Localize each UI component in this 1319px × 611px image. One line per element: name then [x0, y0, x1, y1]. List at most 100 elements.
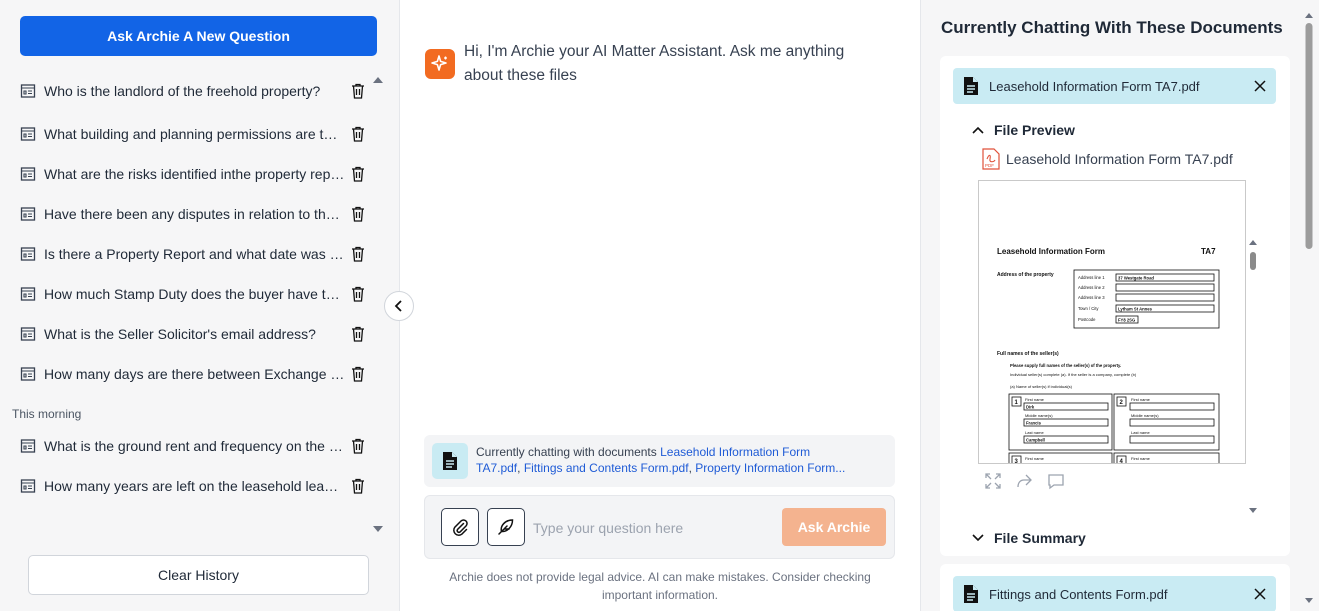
context-doc-link[interactable]: TA7.pdf — [476, 461, 517, 475]
chat-history-icon — [20, 367, 36, 381]
collapse-panel-button[interactable] — [384, 291, 414, 321]
context-doc-link[interactable]: Leasehold Information Form — [660, 445, 810, 459]
pdf-scrollbar[interactable] — [1246, 238, 1260, 520]
archie-avatar — [425, 49, 455, 79]
document-icon — [964, 585, 978, 603]
history-item[interactable]: What is the ground rent and frequency on… — [20, 434, 365, 458]
svg-text:TA7: TA7 — [1201, 247, 1216, 256]
chat-panel: Hi, I'm Archie your AI Matter Assistant.… — [400, 0, 920, 611]
document-name: Fittings and Contents Form.pdf — [989, 586, 1168, 602]
svg-text:Address line 1: Address line 1 — [1078, 275, 1105, 280]
svg-text:Dirk: Dirk — [1026, 405, 1035, 410]
svg-text:(a) Name of seller(s) if indiv: (a) Name of seller(s) if individual(s) — [1010, 384, 1073, 389]
delete-icon[interactable] — [351, 366, 365, 382]
svg-text:Last name: Last name — [1131, 430, 1150, 435]
history-scroll-down[interactable] — [373, 526, 383, 532]
expand-icon[interactable] — [984, 472, 1002, 490]
delete-icon[interactable] — [351, 166, 365, 182]
delete-icon[interactable] — [351, 246, 365, 262]
pdf-file-icon: PDF — [982, 148, 1000, 170]
history-item[interactable]: What building and planning permissions a… — [20, 122, 365, 146]
svg-text:Last name: Last name — [1025, 430, 1044, 435]
svg-text:Middle name(s): Middle name(s) — [1025, 413, 1053, 418]
delete-icon[interactable] — [351, 206, 365, 222]
svg-text:Individual seller(s) complete: Individual seller(s) complete (a). If th… — [1010, 372, 1137, 377]
svg-text:4: 4 — [1120, 459, 1124, 464]
history-panel: Ask Archie A New Question Who is the lan… — [0, 0, 400, 611]
svg-text:Please supply full names of th: Please supply full names of the seller(s… — [1010, 363, 1121, 368]
svg-text:3: 3 — [1015, 459, 1019, 464]
chevron-up-icon — [972, 126, 984, 134]
context-banner: Currently chatting with documents Leaseh… — [424, 435, 895, 487]
delete-icon[interactable] — [351, 478, 365, 494]
context-text: Currently chatting with documents Leaseh… — [476, 445, 846, 475]
svg-text:2: 2 — [1120, 400, 1124, 406]
history-section-label: This morning — [12, 407, 82, 421]
context-doc-link[interactable]: Fittings and Contents Form.pdf — [524, 461, 689, 475]
delete-icon[interactable] — [351, 326, 365, 342]
feather-pen-icon — [498, 519, 514, 535]
chat-history-icon — [20, 84, 36, 98]
document-chip: Fittings and Contents Form.pdf — [953, 576, 1276, 611]
history-item[interactable]: How many years are left on the leasehold… — [20, 474, 365, 498]
chevron-down-icon — [972, 534, 984, 542]
documents-panel-title: Currently Chatting With These Documents — [941, 18, 1283, 37]
svg-text:Leasehold Information Form: Leasehold Information Form — [997, 247, 1105, 256]
history-item[interactable]: What are the risks identified inthe prop… — [20, 162, 365, 186]
disclaimer-text: Archie does not provide legal advice. AI… — [449, 570, 871, 602]
delete-icon[interactable] — [351, 438, 365, 454]
share-icon[interactable] — [1015, 472, 1033, 490]
chat-history-icon — [20, 247, 36, 261]
svg-text:Full names of the seller(s): Full names of the seller(s) — [997, 351, 1059, 357]
svg-text:1: 1 — [1015, 400, 1019, 406]
chat-history-icon — [20, 207, 36, 221]
svg-text:37 Westgate Road: 37 Westgate Road — [1118, 276, 1154, 281]
page-scrollbar[interactable] — [1303, 10, 1315, 606]
svg-text:Address line 2: Address line 2 — [1078, 285, 1105, 290]
question-composer: Ask Archie — [424, 495, 895, 559]
document-icon — [432, 443, 468, 479]
file-summary-toggle[interactable]: File Summary — [972, 530, 1086, 546]
attach-button[interactable] — [441, 508, 479, 546]
history-item[interactable]: What is the Seller Solicitor's email add… — [20, 322, 365, 346]
close-icon[interactable] — [1254, 588, 1266, 600]
delete-icon[interactable] — [351, 286, 365, 302]
documents-panel: Currently Chatting With These Documents … — [920, 0, 1319, 611]
pdf-preview[interactable]: Leasehold Information Form TA7 Address o… — [978, 180, 1246, 464]
delete-icon[interactable] — [351, 126, 365, 142]
comment-icon[interactable] — [1047, 472, 1065, 490]
ask-new-question-button[interactable]: Ask Archie A New Question — [20, 16, 377, 56]
pdf-file-row[interactable]: PDF Leasehold Information Form TA7.pdf — [982, 148, 1233, 170]
ask-archie-button[interactable]: Ask Archie — [782, 508, 886, 546]
document-card: Fittings and Contents Form.pdf — [940, 564, 1290, 611]
paperclip-icon — [453, 519, 468, 536]
svg-text:Address of the property: Address of the property — [997, 272, 1054, 278]
history-item[interactable]: Have there been any disputes in relation… — [20, 202, 365, 226]
delete-icon[interactable] — [351, 83, 365, 99]
close-icon[interactable] — [1254, 80, 1266, 92]
svg-text:First name: First name — [1025, 456, 1045, 461]
chevron-left-icon — [394, 300, 402, 312]
history-item[interactable]: Who is the landlord of the freehold prop… — [20, 79, 365, 103]
document-chip: Leasehold Information Form TA7.pdf — [953, 68, 1276, 104]
chat-history-icon — [20, 439, 36, 453]
file-preview-toggle[interactable]: File Preview — [972, 122, 1075, 138]
svg-text:First name: First name — [1131, 456, 1151, 461]
chat-history-icon — [20, 479, 36, 493]
chat-history-icon — [20, 327, 36, 341]
prompt-library-button[interactable] — [487, 508, 525, 546]
history-list: Who is the landlord of the freehold prop… — [0, 71, 390, 541]
history-item[interactable]: Is there a Property Report and what date… — [20, 242, 365, 266]
svg-text:First name: First name — [1025, 397, 1045, 402]
svg-text:FY8 2SG: FY8 2SG — [1118, 318, 1135, 323]
history-item[interactable]: How many days are there between Exchange… — [20, 362, 365, 386]
svg-text:PDF: PDF — [985, 163, 994, 168]
svg-text:Middle name(s): Middle name(s) — [1131, 413, 1159, 418]
clear-history-button[interactable]: Clear History — [28, 555, 369, 595]
history-scroll-up[interactable] — [373, 77, 383, 83]
chat-history-icon — [20, 127, 36, 141]
svg-text:Lytham St Annes: Lytham St Annes — [1118, 307, 1153, 312]
context-doc-link[interactable]: Property Information Form... — [695, 461, 845, 475]
question-input[interactable] — [533, 516, 773, 540]
history-item[interactable]: How much Stamp Duty does the buyer have … — [20, 282, 365, 306]
